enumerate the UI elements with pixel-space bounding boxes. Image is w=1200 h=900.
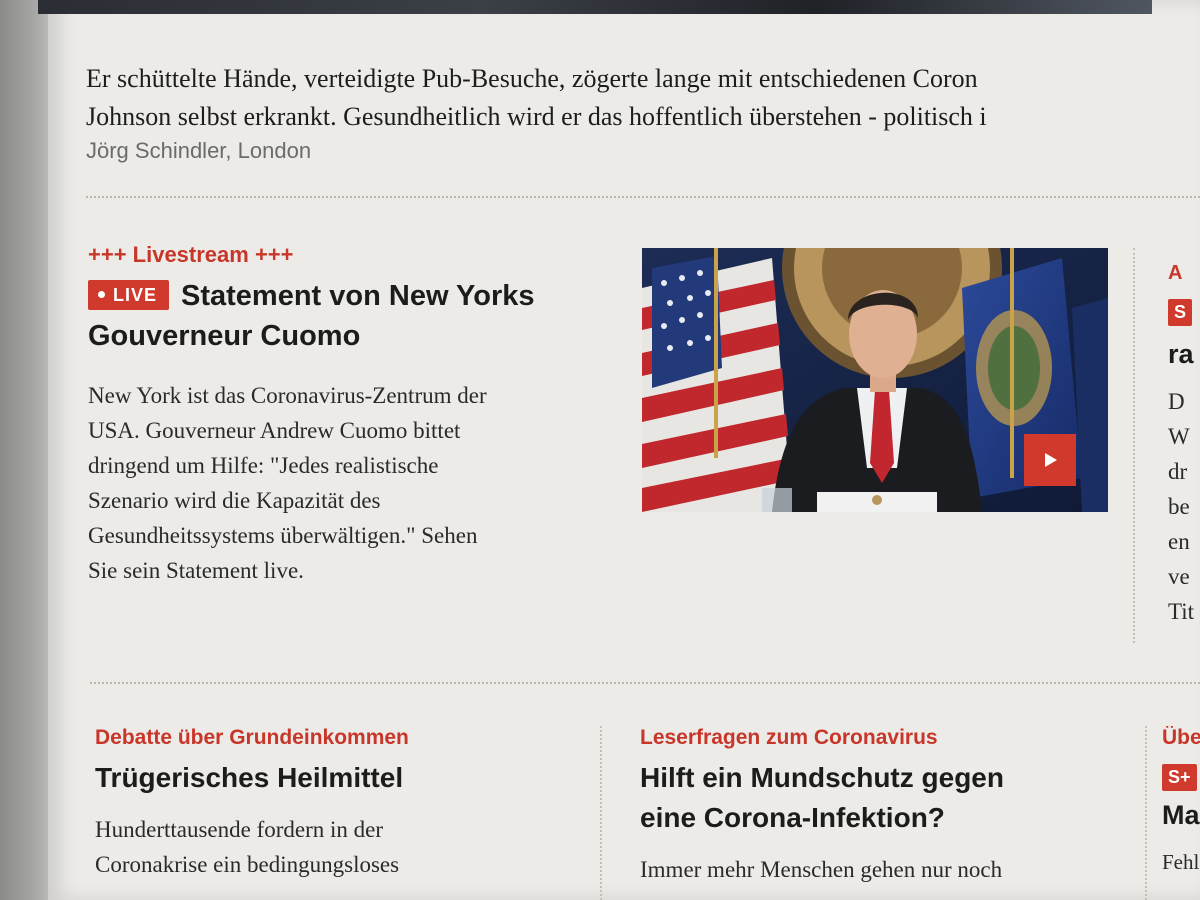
previous-article-image[interactable] <box>38 0 1152 14</box>
live-teaser-headline-line1: Statement von New Yorks <box>181 280 535 312</box>
bottom-teaser-headline: Ma <box>1162 800 1200 830</box>
column-divider <box>1145 726 1147 900</box>
right-teaser-body-line: W <box>1168 424 1190 449</box>
bottom-teaser-headline-line1: Hilft ein Mundschutz gegen <box>640 762 1004 793</box>
bottom-teaser-headline[interactable]: Trügerisches Heilmittel <box>95 758 575 798</box>
live-dot-icon <box>98 291 105 298</box>
top-teaser[interactable]: Er schüttelte Hände, verteidigte Pub-Bes… <box>86 60 1200 164</box>
right-teaser-kicker: A <box>1168 262 1183 284</box>
right-teaser-body-line: en <box>1168 529 1190 554</box>
bottom-teaser-kicker: Leserfragen zum Coronavirus <box>640 726 938 749</box>
live-teaser-headline[interactable]: LIVE Statement von New Yorks Gouverneur C… <box>88 276 608 356</box>
bottom-teaser-body-line: Hunderttausende fordern in der <box>95 817 384 842</box>
right-teaser-body-line: D <box>1168 389 1185 414</box>
play-button[interactable] <box>1024 434 1076 486</box>
live-teaser[interactable]: +++ Livestream +++ LIVE Statement von New… <box>88 242 608 588</box>
live-badge-label: LIVE <box>113 285 158 305</box>
right-teaser-body-line: be <box>1168 494 1190 519</box>
live-teaser-headline-line2: Gouverneur Cuomo <box>88 320 361 352</box>
section-divider <box>86 196 1200 198</box>
bottom-teaser-mundschutz[interactable]: Leserfragen zum Coronavirus Hilft ein Mu… <box>640 726 1110 887</box>
right-teaser-partial[interactable]: A S ra D W dr be en ve Tit <box>1168 262 1200 642</box>
bottom-teaser-kicker: Debatte über Grundeinkommen <box>95 726 409 749</box>
splus-badge: S+ <box>1162 764 1197 791</box>
right-teaser-body-line: dr <box>1168 459 1188 484</box>
top-teaser-intro-line1: Er schüttelte Hände, verteidigte Pub-Bes… <box>86 64 978 93</box>
live-teaser-kicker: +++ Livestream +++ <box>88 242 294 267</box>
live-teaser-body-line: dringend um Hilfe: "Jedes realistische <box>88 453 439 478</box>
bottom-teaser-body-line: Immer mehr Menschen gehen nur noch <box>640 857 1003 882</box>
play-icon <box>1045 453 1057 467</box>
top-teaser-author: Jörg Schindler, London <box>86 138 312 163</box>
livestream-video-thumbnail[interactable] <box>642 248 1108 512</box>
right-teaser-body-line: Tit <box>1168 599 1195 624</box>
live-teaser-body-line: USA. Gouverneur Andrew Cuomo bittet <box>88 418 461 443</box>
live-teaser-body-line: Szenario wird die Kapazität des <box>88 488 381 513</box>
bottom-teaser-kicker: Übe <box>1162 726 1200 749</box>
section-divider <box>90 682 1200 684</box>
bottom-teaser-headline-line2: eine Corona-Infektion? <box>640 802 945 833</box>
right-teaser-headline: ra <box>1168 339 1194 369</box>
bottom-teaser-body-line: Fehl <box>1162 850 1200 874</box>
splus-badge: S <box>1168 299 1193 326</box>
live-teaser-body-line: Sie sein Statement live. <box>88 558 304 583</box>
live-badge: LIVE <box>88 280 170 310</box>
bottom-teaser-headline[interactable]: Hilft ein Mundschutz gegen eine Corona-I… <box>640 758 1110 838</box>
top-teaser-intro-line2: Johnson selbst erkrankt. Gesundheitlich … <box>86 102 987 131</box>
live-teaser-body-line: New York ist das Coronavirus-Zentrum der <box>88 383 487 408</box>
column-divider <box>600 726 602 900</box>
bottom-teaser-partial[interactable]: Übe S+ Ma Fehl <box>1162 726 1200 900</box>
live-teaser-body-line: Gesundheitssystems überwältigen." Sehen <box>88 523 478 548</box>
right-teaser-body-line: ve <box>1168 564 1190 589</box>
column-divider <box>1133 248 1135 643</box>
bottom-teaser-grundeinkommen[interactable]: Debatte über Grundeinkommen Trügerisches… <box>95 726 575 882</box>
bottom-teaser-body-line: Coronakrise ein bedingungsloses <box>95 852 400 877</box>
